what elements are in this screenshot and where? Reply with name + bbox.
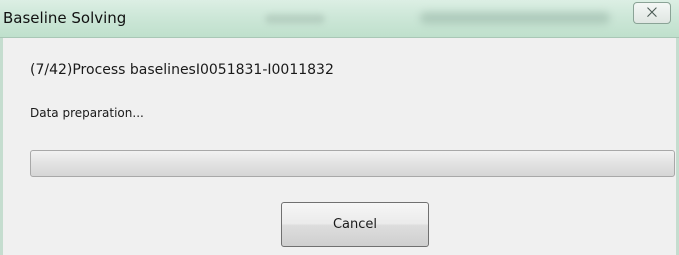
title-bar[interactable]: Baseline Solving ⨉ [0, 0, 679, 38]
titlebar-background-blur [265, 14, 325, 24]
progress-bar [30, 150, 675, 177]
cancel-button[interactable]: Cancel [281, 202, 429, 247]
titlebar-background-blur [420, 12, 610, 24]
window-title: Baseline Solving [3, 9, 127, 27]
status-text: Data preparation... [30, 106, 144, 120]
close-icon: ⨉ [646, 5, 658, 21]
process-baselines-text: (7/42)Process baselinesI0051831-I0011832 [30, 62, 334, 78]
baseline-solving-dialog: Baseline Solving ⨉ (7/42)Process baselin… [0, 0, 679, 255]
window-frame-left [0, 38, 3, 255]
close-button[interactable]: ⨉ [633, 2, 671, 24]
